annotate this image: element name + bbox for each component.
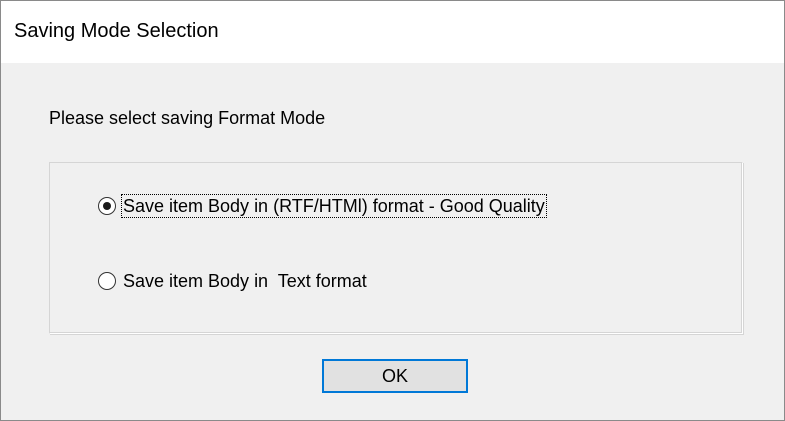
dialog-window: Saving Mode Selection Please select savi…: [0, 0, 785, 421]
radio-option-label[interactable]: Save item Body in (RTF/HTMl) format - Go…: [121, 194, 547, 218]
format-mode-group: Save item Body in (RTF/HTMl) format - Go…: [49, 162, 743, 334]
prompt-label: Please select saving Format Mode: [49, 108, 326, 128]
radio-selected-icon[interactable]: [98, 197, 116, 215]
window-title: Saving Mode Selection: [14, 20, 219, 42]
ok-button[interactable]: OK: [322, 359, 468, 393]
radio-dot: [103, 202, 111, 210]
title-bar[interactable]: Saving Mode Selection: [1, 1, 784, 63]
radio-option-label[interactable]: Save item Body in Text format: [122, 270, 368, 292]
radio-unselected-icon[interactable]: [98, 272, 116, 290]
dialog-body: Please select saving Format Mode Save it…: [1, 63, 784, 420]
